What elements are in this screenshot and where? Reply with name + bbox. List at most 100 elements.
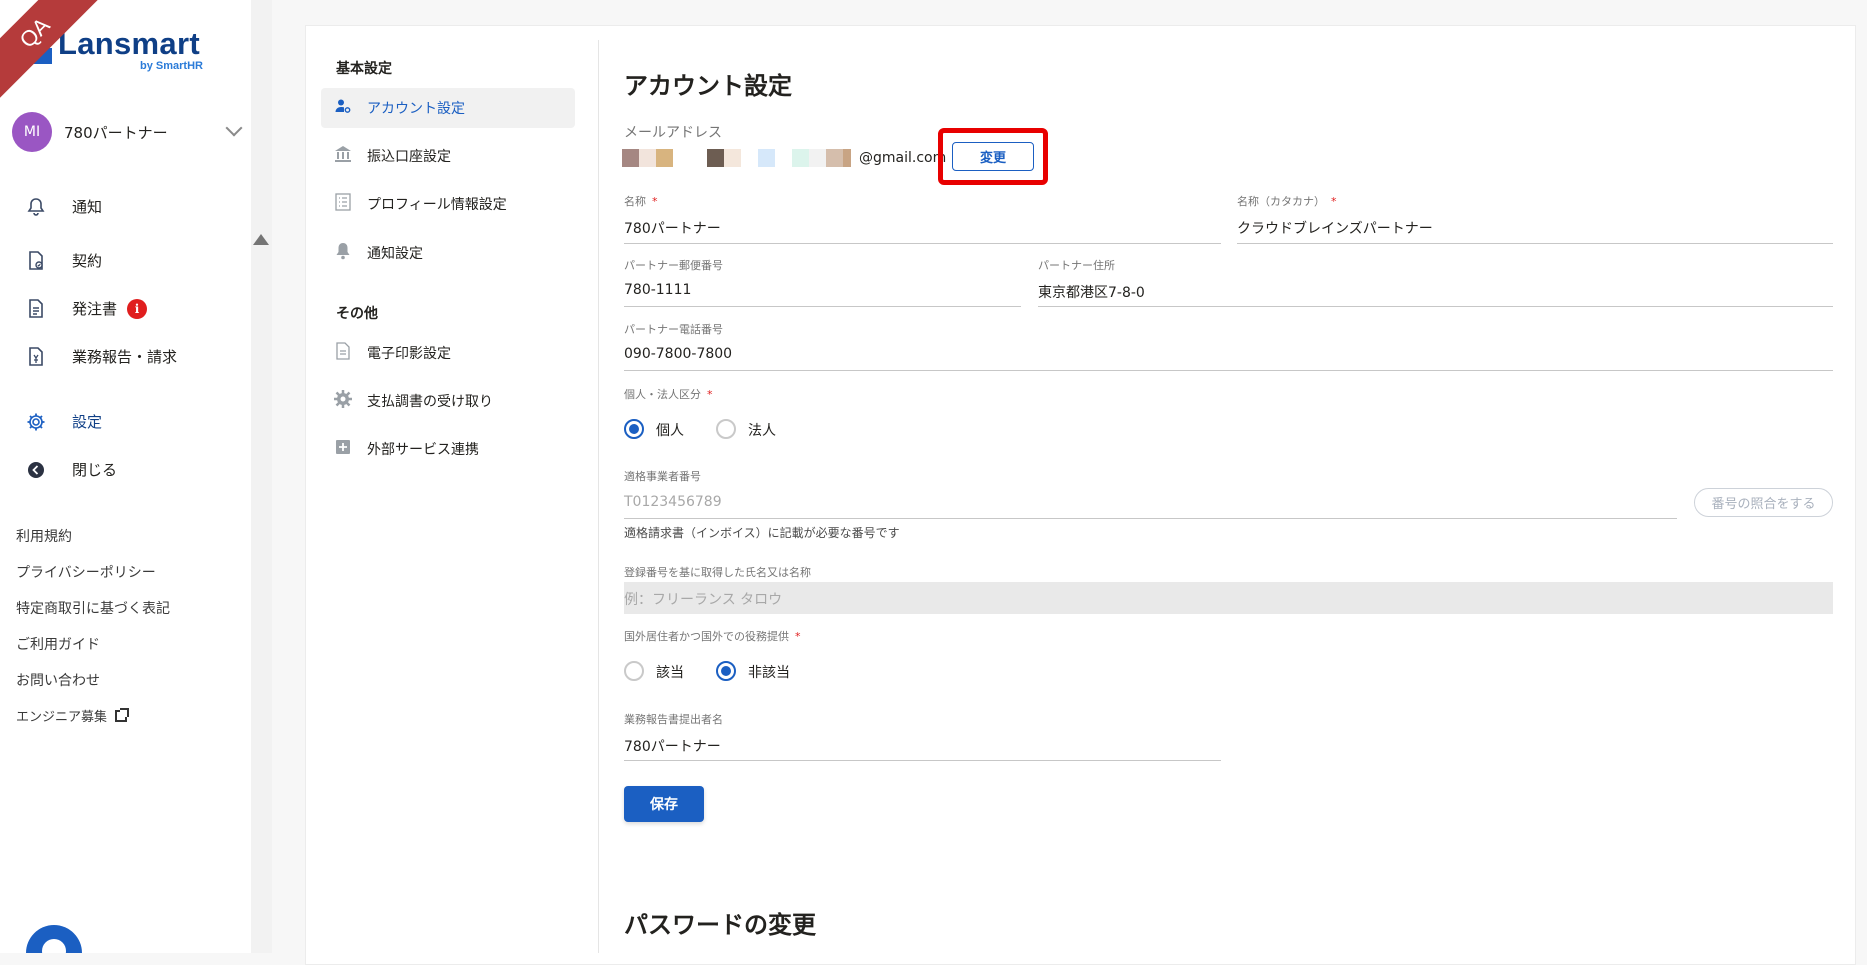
address-field[interactable]: 東京都港区7-8-0 <box>1038 282 1145 302</box>
subnav-item-notify[interactable]: 通知設定 <box>321 233 575 273</box>
radio-applicable-label[interactable]: 該当 <box>656 662 684 682</box>
subnav-item-bank-label: 振込口座設定 <box>367 149 451 165</box>
list-document-icon <box>333 193 353 215</box>
footer-link-engineer[interactable]: エンジニア募集 <box>16 706 130 725</box>
required-mark: * <box>707 388 713 401</box>
nav-close-label: 閉じる <box>72 461 118 479</box>
foreign-label-text: 国外居住者かつ国外での役務提供 <box>624 630 789 643</box>
name-label: 名称 * <box>624 193 658 209</box>
verify-number-button[interactable]: 番号の照合をする <box>1694 488 1833 517</box>
tel-underline <box>624 370 1833 371</box>
footer-link-contact[interactable]: お問い合わせ <box>16 670 100 690</box>
settings-subnav: 基本設定 アカウント設定 振込口座設定 プロフィール情報設定 通知設定 その他 … <box>305 40 599 953</box>
footer-link-guide[interactable]: ご利用ガイド <box>16 634 100 654</box>
avatar: MI <box>12 112 52 152</box>
logo-subtitle: by SmartHR <box>140 60 203 72</box>
radio-corporation[interactable] <box>716 419 736 439</box>
name-field[interactable]: 780パートナー <box>624 218 721 238</box>
scroll-up-arrow-icon[interactable] <box>253 234 269 245</box>
subnav-item-payment[interactable]: 支払調書の受け取り <box>321 381 575 421</box>
change-email-button[interactable]: 変更 <box>952 142 1034 171</box>
tel-field[interactable]: 090-7800-7800 <box>624 346 732 362</box>
nav-notice-label: 通知 <box>72 198 103 216</box>
external-link-icon <box>115 708 130 722</box>
nav-close[interactable]: 閉じる <box>26 459 117 480</box>
subnav-item-profile[interactable]: プロフィール情報設定 <box>321 184 575 224</box>
kana-label: 名称（カタカナ） * <box>1237 193 1337 209</box>
password-section-title: パスワードの変更 <box>624 911 816 939</box>
document-icon <box>333 342 353 364</box>
nav-contract-label: 契約 <box>72 252 103 270</box>
invoice-field[interactable]: T0123456789 <box>624 494 722 510</box>
nav-contract[interactable]: 契約 <box>26 250 102 271</box>
invoice-document-icon <box>26 346 46 367</box>
gear-icon <box>333 389 353 413</box>
kana-field[interactable]: クラウドブレインズパートナー <box>1237 218 1433 238</box>
kana-label-text: 名称（カタカナ） <box>1237 195 1325 208</box>
footer-link-commerce[interactable]: 特定商取引に基づく表記 <box>16 598 170 618</box>
subnav-item-external[interactable]: 外部サービス連携 <box>321 429 575 469</box>
reporter-field[interactable]: 780パートナー <box>624 736 721 756</box>
radio-not-applicable[interactable] <box>716 661 736 681</box>
radio-applicable[interactable] <box>624 661 644 681</box>
email-value: @gmail.com <box>859 150 947 166</box>
reporter-underline <box>624 760 1221 761</box>
arrow-left-circle-icon <box>26 460 46 480</box>
required-mark: * <box>652 195 658 208</box>
footer-link-privacy[interactable]: プライバシーポリシー <box>16 562 156 582</box>
subnav-item-bank[interactable]: 振込口座設定 <box>321 136 575 176</box>
chat-support-button[interactable] <box>26 925 82 953</box>
subnav-heading-basic: 基本設定 <box>336 61 392 77</box>
alert-badge: i <box>127 298 148 319</box>
user-menu[interactable]: MI 780パートナー <box>12 112 251 152</box>
save-button[interactable]: 保存 <box>624 786 704 822</box>
order-document-icon <box>26 298 46 319</box>
radio-individual-label[interactable]: 個人 <box>656 420 684 440</box>
radio-not-applicable-label[interactable]: 非該当 <box>748 662 790 682</box>
regname-field <box>624 582 1833 614</box>
name-underline <box>624 243 1221 244</box>
required-mark: * <box>1331 195 1337 208</box>
regname-label: 登録番号を基に取得した氏名又は名称 <box>624 566 811 579</box>
subnav-item-account[interactable]: アカウント設定 <box>321 88 575 128</box>
invoice-hint: 適格請求書（インボイス）に記載が必要な番号です <box>624 526 900 540</box>
footer-link-engineer-label: エンジニア募集 <box>16 710 108 725</box>
subnav-item-seal-label: 電子印影設定 <box>367 346 451 362</box>
subnav-item-notify-label: 通知設定 <box>367 246 423 262</box>
nav-order-label: 発注書 <box>72 300 118 318</box>
footer-link-terms[interactable]: 利用規約 <box>16 526 72 546</box>
contract-document-icon <box>26 250 46 271</box>
reporter-label: 業務報告書提出者名 <box>624 713 723 726</box>
foreign-label: 国外居住者かつ国外での役務提供 * <box>624 628 801 644</box>
name-label-text: 名称 <box>624 195 646 208</box>
invoice-label: 適格事業者番号 <box>624 470 701 483</box>
subnav-item-profile-label: プロフィール情報設定 <box>367 197 507 213</box>
bank-icon <box>333 145 353 167</box>
nav-notice[interactable]: 通知 <box>26 196 102 217</box>
page-title: アカウント設定 <box>624 72 792 100</box>
nav-report[interactable]: 業務報告・請求 <box>26 346 177 367</box>
address-label: パートナー住所 <box>1038 259 1115 272</box>
subnav-item-seal[interactable]: 電子印影設定 <box>321 333 575 373</box>
subnav-heading-other: その他 <box>336 306 378 322</box>
entity-label-text: 個人・法人区分 <box>624 388 701 401</box>
sidebar-scrollbar[interactable] <box>251 0 272 953</box>
radio-individual[interactable] <box>624 419 644 439</box>
nav-settings-label: 設定 <box>72 413 103 431</box>
nav-order[interactable]: 発注書 i <box>26 298 148 319</box>
zip-underline <box>624 306 1021 307</box>
tel-label: パートナー電話番号 <box>624 323 723 336</box>
bell-icon <box>26 197 46 217</box>
nav-report-label: 業務報告・請求 <box>72 348 178 366</box>
radio-corporation-label[interactable]: 法人 <box>748 420 776 440</box>
invoice-underline <box>624 518 1677 519</box>
user-gear-icon <box>333 98 353 118</box>
logo-text: Lansmart <box>58 26 200 61</box>
subnav-item-payment-label: 支払調書の受け取り <box>367 394 493 410</box>
nav-settings[interactable]: 設定 <box>26 411 102 432</box>
gear-icon <box>26 412 46 432</box>
zip-field[interactable]: 780-1111 <box>624 282 691 298</box>
email-label: メールアドレス <box>624 125 722 141</box>
plus-square-icon <box>333 440 353 458</box>
subnav-item-external-label: 外部サービス連携 <box>367 442 479 458</box>
